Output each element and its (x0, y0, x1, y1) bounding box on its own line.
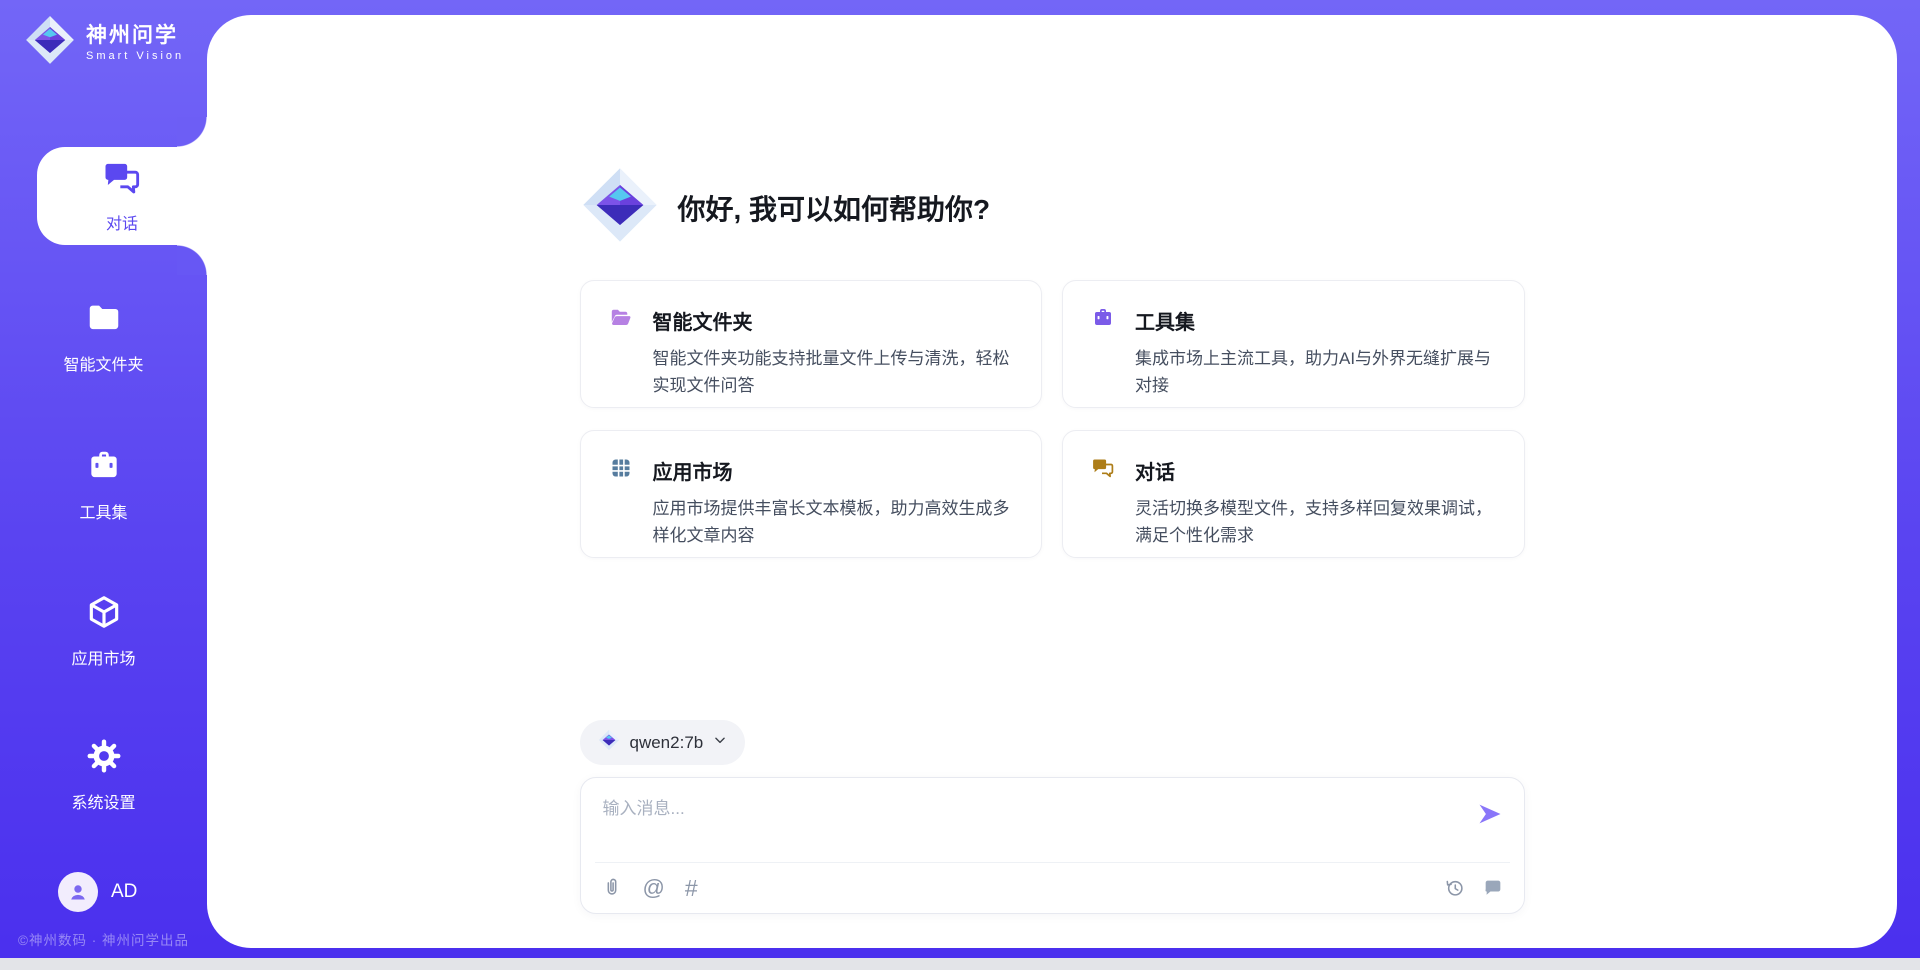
briefcase-icon (85, 447, 123, 490)
message-input[interactable] (601, 792, 1461, 852)
folder-icon (85, 299, 123, 342)
card-description: 应用市场提供丰富长文本模板，助力高效生成多样化文章内容 (653, 495, 1014, 549)
sidebar-item-label: 应用市场 (71, 645, 135, 669)
chat-bubbles-icon (1091, 456, 1115, 485)
mention-icon[interactable]: @ (643, 877, 665, 899)
card-toolkit[interactable]: 工具集 集成市场上主流工具，助力AI与外界无缝扩展与对接 (1062, 280, 1525, 408)
card-chat[interactable]: 对话 灵活切换多模型文件，支持多样回复效果调试，满足个性化需求 (1062, 430, 1525, 558)
user-avatar (58, 872, 98, 912)
sidebar-item-toolkit[interactable]: 工具集 (0, 447, 207, 523)
sidebar-item-app-market[interactable]: 应用市场 (0, 593, 207, 669)
card-title: 工具集 (1135, 306, 1195, 335)
tab-curve-top (177, 117, 207, 147)
greeting-text: 你好, 我可以如何帮助你? (678, 188, 991, 228)
feedback-button[interactable] (1482, 877, 1504, 899)
chevron-down-icon (713, 733, 727, 752)
sidebar-item-settings[interactable]: 系统设置 (0, 737, 207, 813)
user-name: AD (111, 881, 137, 903)
card-description: 集成市场上主流工具，助力AI与外界无缝扩展与对接 (1135, 345, 1496, 399)
sidebar-item-smart-folder[interactable]: 智能文件夹 (0, 299, 207, 375)
brand-subtitle: Smart Vision (86, 50, 184, 62)
chat-bubble-icon (1482, 877, 1504, 899)
card-title: 智能文件夹 (653, 306, 753, 335)
history-clock-icon (1444, 877, 1466, 899)
sidebar: 神州问学 Smart Vision 对话 智能文件夹 (0, 0, 207, 970)
sidebar-item-label: 智能文件夹 (63, 351, 143, 375)
feature-cards: 智能文件夹 智能文件夹功能支持批量文件上传与清洗，轻松实现文件问答 工具集 集 (580, 280, 1525, 558)
paperclip-icon (601, 877, 623, 899)
card-title: 应用市场 (653, 456, 733, 485)
person-icon (66, 880, 90, 904)
card-description: 灵活切换多模型文件，支持多样回复效果调试，满足个性化需求 (1135, 495, 1496, 549)
brand-name: 神州问学 (86, 24, 184, 48)
horizontal-scrollbar[interactable] (0, 958, 1920, 970)
app-grid-icon (609, 456, 633, 485)
sidebar-item-chat[interactable]: 对话 (37, 147, 207, 245)
send-icon (1476, 800, 1504, 828)
gear-icon (85, 737, 123, 780)
model-logo-icon (598, 729, 620, 756)
sidebar-item-label: 对话 (106, 210, 138, 234)
card-app-market[interactable]: 应用市场 应用市场提供丰富长文本模板，助力高效生成多样化文章内容 (580, 430, 1043, 558)
model-name: qwen2:7b (630, 733, 704, 753)
sidebar-item-label: 工具集 (79, 499, 127, 523)
brand-logo-icon (24, 14, 76, 71)
cube-icon (85, 593, 123, 636)
history-button[interactable] (1444, 877, 1466, 899)
card-title: 对话 (1135, 456, 1175, 485)
briefcase-icon (1091, 306, 1115, 335)
attach-file-button[interactable] (601, 877, 623, 899)
send-button[interactable] (1474, 798, 1506, 830)
topic-hash-icon[interactable]: # (685, 877, 698, 900)
open-folder-icon (609, 306, 633, 335)
copyright-text: ©神州数码 · 神州问学出品 (0, 929, 207, 949)
card-description: 智能文件夹功能支持批量文件上传与清洗，轻松实现文件问答 (653, 345, 1014, 399)
greeting-logo-icon (580, 165, 660, 250)
card-smart-folder[interactable]: 智能文件夹 智能文件夹功能支持批量文件上传与清洗，轻松实现文件问答 (580, 280, 1043, 408)
tab-curve-bottom (177, 245, 207, 275)
user-profile[interactable]: AD (58, 872, 137, 912)
chat-bubbles-icon (102, 158, 142, 203)
model-selector[interactable]: qwen2:7b (580, 720, 746, 765)
main-panel: 你好, 我可以如何帮助你? 智能文件夹 智能文件夹功能支持批量文件上传与清洗，轻… (207, 15, 1897, 948)
brand: 神州问学 Smart Vision (24, 14, 184, 71)
message-composer: @ # (580, 777, 1525, 914)
greeting: 你好, 我可以如何帮助你? (580, 165, 1525, 250)
sidebar-item-label: 系统设置 (71, 789, 135, 813)
